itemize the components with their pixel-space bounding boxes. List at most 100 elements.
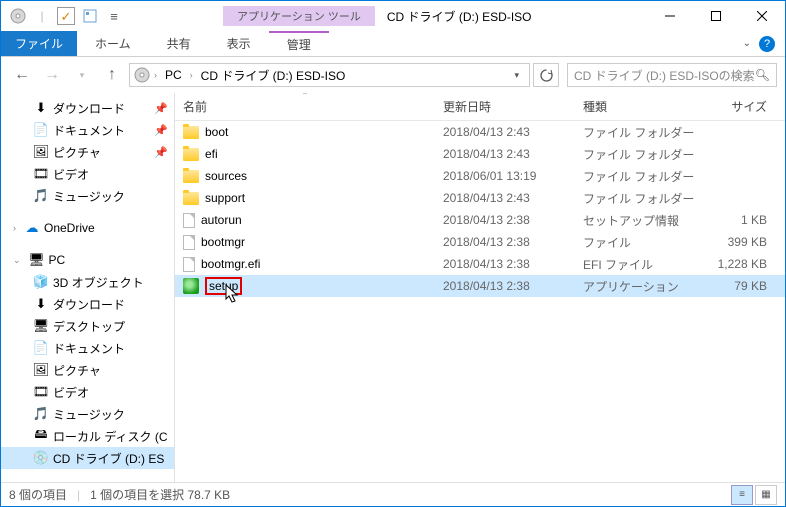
maximize-button[interactable] bbox=[693, 1, 739, 31]
disc-icon: 💿 bbox=[33, 450, 49, 466]
tab-share[interactable]: 共有 bbox=[149, 31, 209, 56]
disc-icon bbox=[134, 67, 150, 83]
disc-icon bbox=[9, 7, 27, 25]
crumb-drive[interactable]: CD ドライブ (D:) ESD-ISO bbox=[197, 67, 350, 84]
recent-dropdown-icon[interactable]: ▾ bbox=[69, 62, 95, 88]
navigation-pane[interactable]: ⬇ダウンロード📌 📄ドキュメント📌 🖼ピクチャ📌 🎞ビデオ 🎵ミュージック ›☁… bbox=[1, 93, 175, 482]
back-button[interactable]: ← bbox=[9, 62, 35, 88]
music-icon: 🎵 bbox=[33, 188, 49, 204]
file-size: 79 KB bbox=[695, 279, 775, 293]
objects3d-icon: 🧊 bbox=[33, 274, 49, 290]
pictures-icon: 🖼 bbox=[33, 362, 49, 378]
file-type: アプリケーション bbox=[575, 278, 695, 295]
forward-button[interactable]: → bbox=[39, 62, 65, 88]
qat-sep-icon: | bbox=[33, 7, 51, 25]
file-row[interactable]: bootmgr2018/04/13 2:38ファイル399 KB bbox=[175, 231, 785, 253]
nav-downloads2[interactable]: ⬇ダウンロード bbox=[1, 293, 174, 315]
nav-localdisk[interactable]: 🖴ローカル ディスク (C bbox=[1, 425, 174, 447]
refresh-button[interactable] bbox=[533, 63, 559, 87]
videos-icon: 🎞 bbox=[33, 166, 49, 182]
pictures-icon: 🖼 bbox=[33, 144, 49, 160]
file-type: ファイル bbox=[575, 234, 695, 251]
tab-view[interactable]: 表示 bbox=[209, 31, 269, 56]
file-list-pane: 名前 更新日時 種類 サイズ ⌃ boot2018/04/13 2:43ファイル… bbox=[175, 93, 785, 482]
nav-documents[interactable]: 📄ドキュメント📌 bbox=[1, 119, 174, 141]
file-row[interactable]: setup2018/04/13 2:38アプリケーション79 KB bbox=[175, 275, 785, 297]
file-row[interactable]: efi2018/04/13 2:43ファイル フォルダー bbox=[175, 143, 785, 165]
music-icon: 🎵 bbox=[33, 406, 49, 422]
file-icon bbox=[183, 235, 195, 250]
crumb-pc[interactable]: PC bbox=[161, 68, 186, 82]
onedrive-icon: ☁ bbox=[24, 220, 40, 236]
folder-icon bbox=[183, 192, 199, 205]
collapse-icon[interactable]: ⌄ bbox=[13, 255, 21, 266]
ribbon-expand-icon[interactable]: ⌄ bbox=[743, 38, 751, 49]
close-button[interactable] bbox=[739, 1, 785, 31]
properties-icon[interactable] bbox=[81, 7, 99, 25]
videos-icon: 🎞 bbox=[33, 384, 49, 400]
breadcrumb[interactable]: › PC › CD ドライブ (D:) ESD-ISO ▾ bbox=[129, 63, 530, 87]
tab-file[interactable]: ファイル bbox=[1, 31, 77, 56]
folder-icon bbox=[183, 148, 199, 161]
file-name: autorun bbox=[201, 213, 242, 227]
nav-desktop[interactable]: 🖥デスクトップ bbox=[1, 315, 174, 337]
nav-downloads[interactable]: ⬇ダウンロード📌 bbox=[1, 97, 174, 119]
search-input[interactable]: CD ドライブ (D:) ESD-ISOの検索 🔍︎ bbox=[567, 63, 777, 87]
disk-icon: 🖴 bbox=[33, 428, 49, 444]
view-details-button[interactable]: ≡ bbox=[731, 485, 753, 505]
download-icon: ⬇ bbox=[33, 296, 49, 312]
nav-pictures[interactable]: 🖼ピクチャ📌 bbox=[1, 141, 174, 163]
qat-dropdown-icon[interactable]: ≡ bbox=[105, 7, 123, 25]
search-icon[interactable]: 🔍︎ bbox=[755, 68, 770, 82]
nav-pictures2[interactable]: 🖼ピクチャ bbox=[1, 359, 174, 381]
file-size: 399 KB bbox=[695, 235, 775, 249]
file-name: bootmgr bbox=[201, 235, 245, 249]
expand-icon[interactable]: › bbox=[13, 223, 16, 233]
quick-access-toolbar: | ✓ ≡ bbox=[1, 7, 123, 25]
file-type: ファイル フォルダー bbox=[575, 146, 695, 163]
minimize-button[interactable] bbox=[647, 1, 693, 31]
tab-manage[interactable]: 管理 bbox=[269, 31, 329, 56]
file-name: sources bbox=[205, 169, 247, 183]
nav-videos2[interactable]: 🎞ビデオ bbox=[1, 381, 174, 403]
column-type[interactable]: 種類 bbox=[575, 93, 695, 120]
checkbox-checked-icon[interactable]: ✓ bbox=[57, 7, 75, 25]
view-large-button[interactable]: ▦ bbox=[755, 485, 777, 505]
nav-music2[interactable]: 🎵ミュージック bbox=[1, 403, 174, 425]
nav-cddrive[interactable]: 💿CD ドライブ (D:) ES bbox=[1, 447, 174, 469]
pin-icon: 📌 bbox=[154, 146, 168, 159]
chevron-right-icon[interactable]: › bbox=[154, 70, 157, 80]
column-date[interactable]: 更新日時 bbox=[435, 93, 575, 120]
file-row[interactable]: bootmgr.efi2018/04/13 2:38EFI ファイル1,228 … bbox=[175, 253, 785, 275]
file-date: 2018/04/13 2:43 bbox=[435, 191, 575, 205]
file-type: ファイル フォルダー bbox=[575, 190, 695, 207]
address-dropdown-icon[interactable]: ▾ bbox=[508, 70, 525, 81]
file-row[interactable]: support2018/04/13 2:43ファイル フォルダー bbox=[175, 187, 785, 209]
nav-onedrive[interactable]: ›☁OneDrive bbox=[1, 217, 174, 239]
file-size: 1 KB bbox=[695, 213, 775, 227]
tab-home[interactable]: ホーム bbox=[77, 31, 149, 56]
up-button[interactable]: ↑ bbox=[99, 62, 125, 88]
file-name: bootmgr.efi bbox=[201, 257, 260, 271]
help-icon[interactable]: ? bbox=[759, 36, 775, 52]
file-date: 2018/04/13 2:38 bbox=[435, 213, 575, 227]
column-size[interactable]: サイズ bbox=[695, 93, 775, 120]
file-type: ファイル フォルダー bbox=[575, 168, 695, 185]
nav-3dobjects[interactable]: 🧊3D オブジェクト bbox=[1, 271, 174, 293]
file-type: ファイル フォルダー bbox=[575, 124, 695, 141]
file-row[interactable]: autorun2018/04/13 2:38セットアップ情報1 KB bbox=[175, 209, 785, 231]
file-row[interactable]: sources 2018/06/01 13:19ファイル フォルダー bbox=[175, 165, 785, 187]
nav-music[interactable]: 🎵ミュージック bbox=[1, 185, 174, 207]
status-selection: 1 個の項目を選択 78.7 KB bbox=[90, 486, 230, 503]
nav-videos[interactable]: 🎞ビデオ bbox=[1, 163, 174, 185]
folder-icon bbox=[183, 170, 199, 183]
file-list[interactable]: boot2018/04/13 2:43ファイル フォルダーefi2018/04/… bbox=[175, 121, 785, 482]
chevron-right-icon[interactable]: › bbox=[190, 70, 193, 80]
file-date: 2018/06/01 13:19 bbox=[435, 169, 575, 183]
file-row[interactable]: boot2018/04/13 2:43ファイル フォルダー bbox=[175, 121, 785, 143]
file-icon bbox=[183, 213, 195, 228]
nav-pc[interactable]: ⌄🖥PC bbox=[1, 249, 174, 271]
pc-icon: 🖥 bbox=[29, 252, 45, 268]
nav-documents2[interactable]: 📄ドキュメント bbox=[1, 337, 174, 359]
desktop-icon: 🖥 bbox=[33, 318, 49, 334]
